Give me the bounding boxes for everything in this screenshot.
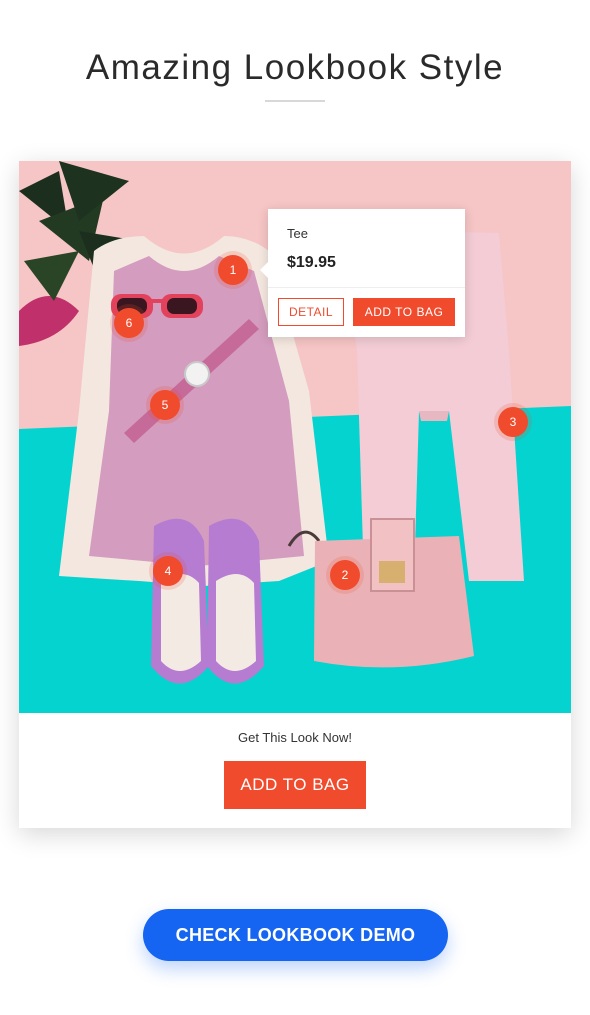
product-popup: Tee $19.95 DETAIL ADD TO BAG bbox=[260, 209, 465, 337]
popup-add-to-bag-button[interactable]: ADD TO BAG bbox=[353, 298, 455, 326]
get-look-text: Get This Look Now! bbox=[238, 730, 352, 745]
popup-divider bbox=[268, 287, 465, 288]
handbag-icon bbox=[287, 518, 474, 668]
add-to-bag-button[interactable]: ADD TO BAG bbox=[224, 761, 366, 809]
hotspot-4[interactable]: 4 bbox=[153, 556, 183, 586]
hotspot-6[interactable]: 6 bbox=[114, 308, 144, 338]
lookbook-card: 1 2 3 4 5 6 Tee $19.95 DETAIL ADD TO BAG… bbox=[19, 161, 571, 828]
product-price: $19.95 bbox=[287, 254, 336, 271]
detail-button[interactable]: DETAIL bbox=[278, 298, 344, 326]
hotspot-1[interactable]: 1 bbox=[218, 255, 248, 285]
title-divider bbox=[265, 100, 325, 102]
page-title: Amazing Lookbook Style bbox=[85, 48, 505, 87]
check-lookbook-demo-button[interactable]: CHECK LOOKBOOK DEMO bbox=[143, 909, 448, 961]
hotspot-5[interactable]: 5 bbox=[150, 390, 180, 420]
lookbook-image: 1 2 3 4 5 6 Tee $19.95 DETAIL ADD TO BAG bbox=[19, 161, 571, 713]
hotspot-3[interactable]: 3 bbox=[498, 407, 528, 437]
product-name: Tee bbox=[287, 226, 308, 241]
hotspot-2[interactable]: 2 bbox=[330, 560, 360, 590]
